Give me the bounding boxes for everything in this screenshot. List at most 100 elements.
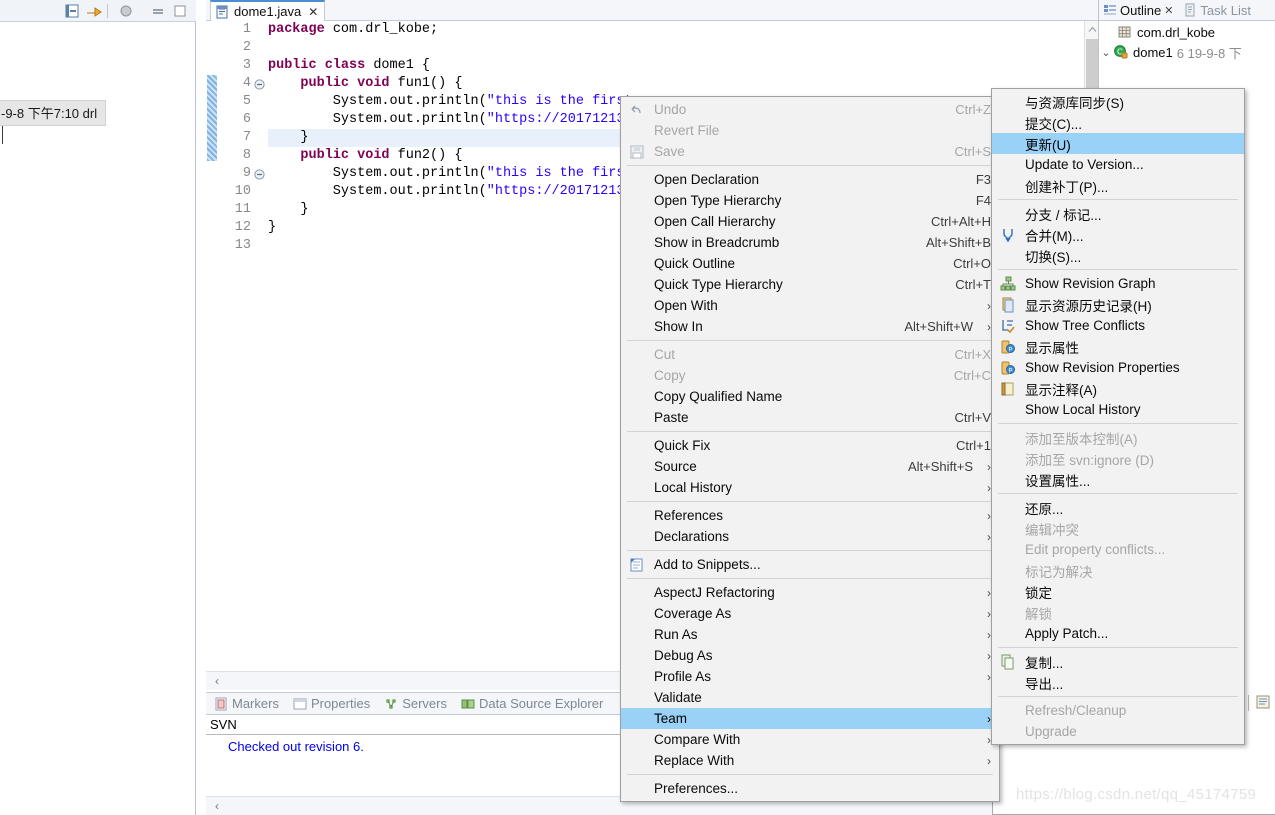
svn-item-显示属性[interactable]: P 显示属性 (992, 336, 1244, 357)
svn-item-复制[interactable]: 复制... (992, 651, 1244, 672)
menu-item-copy: Copy Ctrl+C (621, 365, 999, 386)
menu-item-open-call-hierarchy[interactable]: Open Call Hierarchy Ctrl+Alt+H (621, 211, 999, 232)
menu-item-compare-with[interactable]: Compare With › (621, 729, 999, 750)
tab-task-list[interactable]: Task List (1183, 3, 1251, 18)
svn-item-切换-s[interactable]: 切换(S)... (992, 245, 1244, 266)
svn-item-update-to-version[interactable]: Update to Version... (992, 154, 1244, 175)
menu-item-label: Quick Fix (654, 438, 711, 453)
menu-item-preferences[interactable]: Preferences... (621, 778, 999, 799)
console-view-icon[interactable] (1255, 694, 1271, 713)
menu-item-open-declaration[interactable]: Open Declaration F3 (621, 169, 999, 190)
menu-item-label: 复制... (1025, 655, 1064, 671)
menu-item-label: Copy Qualified Name (654, 389, 783, 404)
chevron-down-icon[interactable]: ⌄ (1099, 46, 1113, 59)
scroll-left-icon[interactable]: ‹ (206, 799, 228, 813)
menu-item-aspectj-refactoring[interactable]: AspectJ Refactoring › (621, 582, 999, 603)
menu-item-label: Apply Patch... (1025, 626, 1109, 641)
svn-item-合并-m[interactable]: 合并(M)... (992, 224, 1244, 245)
menu-item-label: AspectJ Refactoring (654, 585, 775, 600)
view-menu-icon[interactable] (150, 3, 166, 19)
bottom-tab-servers[interactable]: Servers (384, 696, 447, 711)
menu-item-quick-outline[interactable]: Quick Outline Ctrl+O (621, 253, 999, 274)
menu-item-open-type-hierarchy[interactable]: Open Type Hierarchy F4 (621, 190, 999, 211)
bottom-tab-markers[interactable]: Markers (214, 696, 279, 711)
code-token: System.out.println( (268, 94, 487, 109)
forward-arrow-icon[interactable] (85, 3, 102, 19)
tab-label: Properties (310, 696, 371, 711)
menu-item-run-as[interactable]: Run As › (621, 624, 999, 645)
minimize-view-icon[interactable] (172, 3, 188, 19)
editor-tab-dome1-java[interactable]: dome1.java ✕ (210, 0, 326, 21)
menu-item-label: Show Revision Properties (1025, 360, 1180, 375)
menu-item-label: Quick Outline (654, 256, 736, 271)
bottom-tab-data-source-explorer[interactable]: Data Source Explorer (461, 696, 603, 711)
text-caret (2, 126, 3, 144)
menu-item-source[interactable]: Source Alt+Shift+S › (621, 456, 999, 477)
svn-item-show-tree-conflicts[interactable]: Show Tree Conflicts (992, 315, 1244, 336)
svn-item-show-local-history[interactable]: Show Local History (992, 399, 1244, 420)
menu-item-debug-as[interactable]: Debug As › (621, 645, 999, 666)
menu-item-profile-as[interactable]: Profile As › (621, 666, 999, 687)
link-editor-icon[interactable] (118, 3, 134, 19)
code-token: } (268, 130, 309, 145)
collapse-all-icon[interactable] (64, 3, 80, 19)
menu-item-show-in-breadcrumb[interactable]: Show in Breadcrumb Alt+Shift+B (621, 232, 999, 253)
menu-item-shortcut: Alt+Shift+B (925, 235, 991, 250)
menu-item-show-in[interactable]: Show In Alt+Shift+W › (621, 316, 999, 337)
menu-item-label: 编辑冲突 (1025, 522, 1079, 538)
close-icon[interactable]: ✕ (308, 5, 318, 19)
menu-item-validate[interactable]: Validate (621, 687, 999, 708)
line-number: 3 (242, 58, 251, 73)
menu-item-label: Local History (654, 480, 733, 495)
menu-item-add-to-snippets[interactable]: Add to Snippets... (621, 554, 999, 575)
svn-item-show-revision-properties[interactable]: P Show Revision Properties (992, 357, 1244, 378)
tab-outline[interactable]: Outline ✕ (1103, 3, 1173, 18)
editor-marker-column[interactable] (206, 21, 218, 669)
svn-item-创建补丁-p[interactable]: 创建补丁(P)... (992, 175, 1244, 196)
svn-item-分支-标记[interactable]: 分支 / 标记... (992, 203, 1244, 224)
svn-item-添加至-svn-ignore-d: 添加至 svn:ignore (D) (992, 448, 1244, 469)
svn-item-还原[interactable]: 还原... (992, 497, 1244, 518)
svn-item-锁定[interactable]: 锁定 (992, 581, 1244, 602)
menu-item-team[interactable]: Team › (621, 708, 999, 729)
menu-item-open-with[interactable]: Open With › (621, 295, 999, 316)
outline-item-class[interactable]: ⌄ C dome1 6 19-9-8 下 (1099, 42, 1275, 62)
menu-item-declarations[interactable]: Declarations › (621, 526, 999, 547)
svn-item-更新-u[interactable]: 更新(U) (992, 133, 1244, 154)
svn-item-apply-patch[interactable]: Apply Patch... (992, 623, 1244, 644)
fold-toggle-line8[interactable] (254, 165, 266, 183)
menu-item-label: Upgrade (1025, 724, 1077, 739)
scroll-up-icon[interactable] (1085, 21, 1099, 37)
svn-item-与资源库同步-s[interactable]: 与资源库同步(S) (992, 91, 1244, 112)
left-view-toolbar (0, 0, 196, 22)
menu-item-label: Edit property conflicts... (1025, 542, 1166, 557)
outline-item-package[interactable]: com.drl_kobe (1099, 22, 1275, 42)
svn-item-设置属性[interactable]: 设置属性... (992, 469, 1244, 490)
menu-item-local-history[interactable]: Local History › (621, 477, 999, 498)
scroll-left-icon[interactable]: ‹ (206, 674, 228, 688)
menu-item-quick-fix[interactable]: Quick Fix Ctrl+1 (621, 435, 999, 456)
close-icon[interactable]: ✕ (1164, 4, 1173, 17)
menu-item-quick-type-hierarchy[interactable]: Quick Type Hierarchy Ctrl+T (621, 274, 999, 295)
menu-separator (998, 269, 1238, 270)
bottom-tab-properties[interactable]: Properties (293, 696, 370, 711)
svn-item-导出[interactable]: 导出... (992, 672, 1244, 693)
menu-separator (627, 501, 993, 502)
menu-item-references[interactable]: References › (621, 505, 999, 526)
menu-item-replace-with[interactable]: Replace With › (621, 750, 999, 771)
menu-item-paste[interactable]: Paste Ctrl+V (621, 407, 999, 428)
svn-item-显示资源历史记录-h[interactable]: 显示资源历史记录(H) (992, 294, 1244, 315)
svn-item-show-revision-graph[interactable]: Show Revision Graph (992, 273, 1244, 294)
menu-item-shortcut: Ctrl+C (953, 368, 991, 383)
menu-item-label: 提交(C)... (1025, 116, 1082, 132)
menu-item-shortcut: Ctrl+T (955, 277, 991, 292)
menu-item-coverage-as[interactable]: Coverage As › (621, 603, 999, 624)
fold-toggle-line4[interactable] (254, 75, 266, 93)
menu-item-copy-qualified-name[interactable]: Copy Qualified Name (621, 386, 999, 407)
outline-item-label: dome1 (1133, 44, 1173, 60)
menu-item-label: 切换(S)... (1025, 249, 1082, 265)
code-token: System.out.println( (268, 184, 487, 199)
svn-item-显示注释-a[interactable]: 显示注释(A) (992, 378, 1244, 399)
menu-item-label: Validate (654, 690, 702, 705)
svn-item-提交-c[interactable]: 提交(C)... (992, 112, 1244, 133)
